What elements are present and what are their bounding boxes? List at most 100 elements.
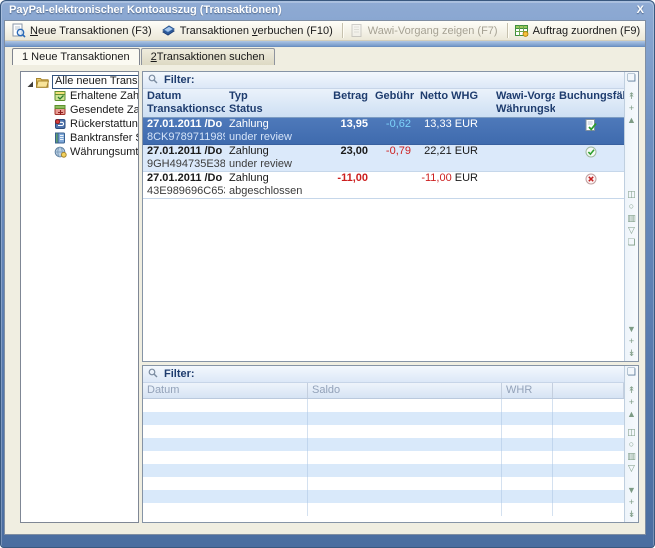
saldo-grid-header: Datum Saldo WHR <box>143 383 624 399</box>
toolbar: Neue Transaktionen (F3) Transaktionen ve… <box>5 21 645 41</box>
transactions-filter-bar[interactable]: Filter: <box>143 72 624 89</box>
refunds-icon <box>54 118 67 130</box>
column-chooser-icon[interactable]: ❏ <box>625 73 638 85</box>
empty-row[interactable] <box>143 464 624 477</box>
tab-strip: 1 Neue Transaktionen 2 Transaktionen suc… <box>5 47 645 65</box>
scroll-bottom-icon[interactable]: ↡ <box>625 508 638 520</box>
empty-row[interactable] <box>143 490 624 503</box>
grid-side-toolbar: ❏ ↟ + ▲ ◫ ○ ▥ ▽ ❏ ▼ + ↡ <box>624 72 638 361</box>
open-folder-icon <box>36 76 49 88</box>
assign-order-icon <box>514 23 529 38</box>
add-row-icon[interactable]: + <box>625 102 638 114</box>
add-icon[interactable]: + <box>625 335 638 347</box>
app-window: PayPal-elektronischer Kontoauszug (Trans… <box>0 0 655 548</box>
column-header-datum[interactable]: DatumTransaktionscode <box>143 89 225 117</box>
button-label: Neue Transaktionen (F3) <box>30 25 152 37</box>
tree-item-label: Währungsumtausch <box>70 146 139 158</box>
scroll-down-icon[interactable]: ▼ <box>625 484 638 496</box>
currency-exchange-icon <box>54 146 67 158</box>
toolbar-separator <box>507 23 508 38</box>
tree-expander-icon[interactable] <box>27 79 34 86</box>
post-transactions-icon <box>161 23 176 38</box>
column-header-saldo[interactable]: Saldo <box>308 383 502 398</box>
grid-side-toolbar: ❏ ↟ + ▲ ◫ ○ ▥ ▽ ▼ + ↡ <box>624 366 638 522</box>
scroll-top-icon[interactable]: ↟ <box>625 384 638 396</box>
post-transactions-button[interactable]: Transaktionen verbuchen (F10) <box>158 22 339 39</box>
new-transactions-icon <box>11 23 26 38</box>
column-header-wawi-vorgang[interactable]: Wawi-VorgangWährungskurs <box>488 89 555 117</box>
scroll-bottom-icon[interactable]: ↡ <box>625 347 638 359</box>
tree-item-erhaltene-zahlungen[interactable]: Erhaltene Zahlungen <box>21 89 138 103</box>
add-icon[interactable]: + <box>625 496 638 508</box>
close-button[interactable]: X <box>635 4 646 16</box>
scroll-down-icon[interactable]: ▼ <box>625 323 638 335</box>
scroll-up-icon[interactable]: ▲ <box>625 114 638 126</box>
add-row-icon[interactable]: + <box>625 396 638 408</box>
tree-item-banktransfer-saldo[interactable]: Banktransfer Saldo <box>21 131 138 145</box>
transactions-grid-panel: Filter: DatumTransaktionscode TypStatus … <box>142 71 639 362</box>
transactions-grid-header: DatumTransaktionscode TypStatus Betrag G… <box>143 89 624 118</box>
column-header-gebuehr[interactable]: Gebühr <box>371 89 414 117</box>
bookable-no-circle-icon <box>585 176 597 188</box>
transaction-tree-panel: Alle neuen Transaktionen Erhaltene Zahlu… <box>20 71 139 523</box>
search-icon[interactable]: ○ <box>625 200 638 212</box>
column-chooser-icon[interactable]: ❏ <box>625 367 638 379</box>
tree-item-waehrungsumtausch[interactable]: Währungsumtausch <box>21 145 138 159</box>
fit-columns-icon[interactable]: ◫ <box>625 426 638 438</box>
scroll-up-icon[interactable]: ▲ <box>625 408 638 420</box>
scroll-top-icon[interactable]: ↟ <box>625 90 638 102</box>
title-bar: PayPal-elektronischer Kontoauszug (Trans… <box>0 0 655 20</box>
grid-empty-area <box>143 199 624 361</box>
show-wawi-icon <box>349 23 364 38</box>
view-icon[interactable]: ▥ <box>625 450 638 462</box>
button-label: Wawi-Vorgang zeigen (F7) <box>368 25 498 37</box>
tree-item-label: Alle neuen Transaktionen <box>52 75 139 89</box>
view-icon[interactable]: ▥ <box>625 212 638 224</box>
column-header-whr[interactable]: WHR <box>502 383 553 398</box>
tree-item-rueckerstattungen[interactable]: Rückerstattungen <box>21 117 138 131</box>
empty-row[interactable] <box>143 451 624 464</box>
window-title: PayPal-elektronischer Kontoauszug (Trans… <box>9 4 635 16</box>
transaction-row[interactable]: 27.01.2011 /Do43E989696C6535442 Zahlunga… <box>143 172 624 199</box>
transaction-row[interactable]: 27.01.2011 /Do8CK9789711989861D Zahlungu… <box>143 118 624 145</box>
empty-row[interactable] <box>143 425 624 438</box>
empty-row[interactable] <box>143 438 624 451</box>
filter-label: Filter: <box>164 368 195 380</box>
tab-transaktionen-suchen[interactable]: 2 Transaktionen suchen <box>141 48 275 65</box>
content-area: Alle neuen Transaktionen Erhaltene Zahlu… <box>5 65 645 534</box>
search-icon[interactable]: ○ <box>625 438 638 450</box>
column-header-datum[interactable]: Datum <box>143 383 308 398</box>
saldo-grid-panel: Filter: Datum Saldo WHR <box>142 365 639 523</box>
filter-icon[interactable]: ▽ <box>625 462 638 474</box>
tree-item-label: Erhaltene Zahlungen <box>70 90 139 102</box>
column-header-betrag[interactable]: Betrag <box>321 89 371 117</box>
saldo-grid-rows <box>143 399 624 522</box>
filter-label: Filter: <box>164 74 195 86</box>
empty-row[interactable] <box>143 412 624 425</box>
tree-item-gesendete-zahlungen[interactable]: Gesendete Zahlungen <box>21 103 138 117</box>
column-header-empty <box>553 383 624 398</box>
tree-item-label: Rückerstattungen <box>70 118 139 130</box>
show-wawi-button: Wawi-Vorgang zeigen (F7) <box>346 22 504 39</box>
tree-item-label: Gesendete Zahlungen <box>70 104 139 116</box>
client-area: Neue Transaktionen (F3) Transaktionen ve… <box>4 20 646 535</box>
filter-magnifier-icon <box>148 368 158 381</box>
fit-columns-icon[interactable]: ◫ <box>625 188 638 200</box>
empty-row[interactable] <box>143 399 624 412</box>
column-header-typ[interactable]: TypStatus <box>225 89 321 117</box>
new-transactions-button[interactable]: Neue Transaktionen (F3) <box>8 22 158 39</box>
received-payments-icon <box>54 90 67 102</box>
tab-neue-transaktionen[interactable]: 1 Neue Transaktionen <box>12 48 140 65</box>
empty-row[interactable] <box>143 503 624 516</box>
layout-icon[interactable]: ❏ <box>625 236 638 248</box>
column-header-buchungsfaehig[interactable]: Buchungsfähig <box>555 89 624 117</box>
empty-row[interactable] <box>143 477 624 490</box>
tree-item-alle-neuen-transaktionen[interactable]: Alle neuen Transaktionen <box>21 75 138 89</box>
transaction-row[interactable]: 27.01.2011 /Do9GH494735E3866936 Zahlungu… <box>143 145 624 172</box>
assign-order-button[interactable]: Auftrag zuordnen (F9) <box>511 22 646 39</box>
filter-icon[interactable]: ▽ <box>625 224 638 236</box>
saldo-filter-bar[interactable]: Filter: <box>143 366 624 383</box>
button-label: Auftrag zuordnen (F9) <box>533 25 641 37</box>
column-header-netto-whg[interactable]: Netto WHG <box>414 89 488 117</box>
filter-magnifier-icon <box>148 74 158 87</box>
